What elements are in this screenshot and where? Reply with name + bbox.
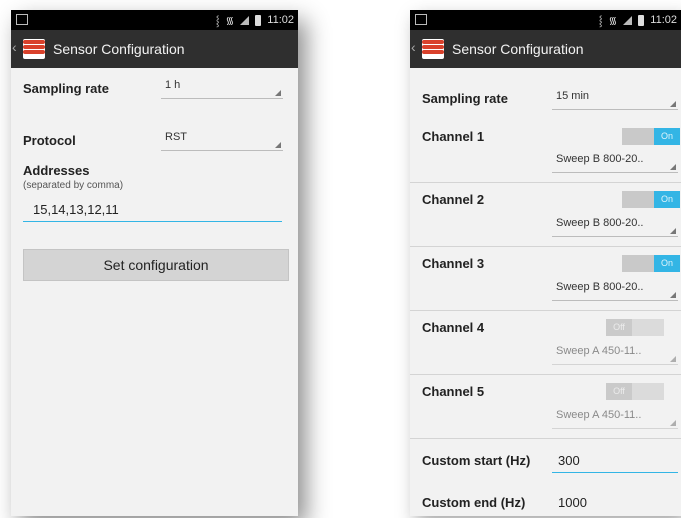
addresses-label: Addresses [23,163,90,178]
sweep-value: Sweep A 450-11.. [556,409,642,421]
sweep-value: Sweep A 450-11.. [556,345,642,357]
divider [410,438,681,439]
dropdown-triangle-icon [670,164,676,170]
dropdown-triangle-icon [275,142,281,148]
toggle-state: On [654,255,680,272]
vibrate-icon: ⸾ [215,16,220,27]
channel-5-sweep-spinner[interactable]: Sweep A 450-11.. [552,406,678,429]
action-bar[interactable]: ‹ Sensor Configuration [11,30,298,68]
battery-icon [638,14,645,26]
channel-1-sweep-spinner[interactable]: Sweep B 800-20.. [552,150,678,173]
sampling-rate-spinner[interactable]: 15 min [552,87,678,110]
phone-screen-left: ⸾ ᯾ 11:02 ‹ Sensor Configuration Samplin… [11,10,298,516]
sampling-rate-label: Sampling rate [23,81,109,96]
toggle-state: Off [606,383,632,400]
channel-3-sweep-spinner[interactable]: Sweep B 800-20.. [552,278,678,301]
toggle-state: On [654,128,680,145]
addresses-hint: (separated by comma) [23,180,124,191]
sampling-rate-value: 15 min [556,90,590,102]
config-form: Sampling rate 15 min Channel 1 On Sweep … [410,68,681,516]
app-logo-icon [422,39,444,59]
toggle-state: Off [606,319,632,336]
battery-icon [255,14,262,26]
page-title: Sensor Configuration [452,41,584,57]
sweep-value: Sweep B 800-20.. [556,153,644,165]
divider [410,246,681,247]
set-configuration-button[interactable]: Set configuration [23,249,289,281]
dropdown-triangle-icon [275,90,281,96]
channel-2-label: Channel 2 [422,192,485,207]
dropdown-triangle-icon [670,356,676,362]
dropdown-triangle-icon [670,101,676,107]
status-time: 11:02 [267,14,294,26]
channel-4-sweep-spinner[interactable]: Sweep A 450-11.. [552,342,678,365]
vibrate-icon: ⸾ [598,16,603,27]
custom-end-input[interactable]: 1000 [558,495,587,510]
divider [410,374,681,375]
dropdown-triangle-icon [670,228,676,234]
channel-4-label: Channel 4 [422,320,485,335]
signal-icon [623,15,633,25]
app-logo-icon [23,39,45,59]
protocol-spinner[interactable]: RST [161,128,283,151]
custom-start-input[interactable] [552,450,681,468]
channel-1-label: Channel 1 [422,129,485,144]
custom-start-label: Custom start (Hz) [422,453,531,468]
channel-5-toggle[interactable]: Off [606,383,664,400]
phone-screen-right: ⸾ ᯾ 11:02 ‹ Sensor Configuration Samplin… [410,10,681,516]
dropdown-triangle-icon [670,420,676,426]
channel-3-label: Channel 3 [422,256,485,271]
wifi-icon: ᯾ [225,16,235,27]
addresses-input[interactable] [23,202,292,217]
status-bar: ⸾ ᯾ 11:02 [410,10,681,30]
channel-4-toggle[interactable]: Off [606,319,664,336]
sampling-rate-label: Sampling rate [422,91,508,106]
wifi-icon: ᯾ [608,16,618,27]
signal-icon [240,15,250,25]
notification-icon [16,14,28,25]
sampling-rate-value: 1 h [165,79,181,91]
action-bar[interactable]: ‹ Sensor Configuration [410,30,681,68]
divider [410,310,681,311]
back-chevron-icon[interactable]: ‹ [411,39,416,55]
config-form: Sampling rate 1 h Protocol RST Addresses… [11,68,298,516]
status-bar: ⸾ ᯾ 11:02 [11,10,298,30]
sweep-value: Sweep B 800-20.. [556,217,644,229]
back-chevron-icon[interactable]: ‹ [12,39,17,55]
toggle-state: On [654,191,680,208]
custom-end-label: Custom end (Hz) [422,495,526,510]
status-time: 11:02 [650,14,677,26]
notification-icon [415,14,427,25]
channel-1-toggle[interactable]: On [622,128,680,145]
divider [410,182,681,183]
channel-2-sweep-spinner[interactable]: Sweep B 800-20.. [552,214,678,237]
protocol-label: Protocol [23,133,76,148]
dropdown-triangle-icon [670,292,676,298]
channel-2-toggle[interactable]: On [622,191,680,208]
page-title: Sensor Configuration [53,41,185,57]
addresses-field[interactable] [23,201,292,222]
custom-start-field[interactable] [552,450,681,473]
sampling-rate-spinner[interactable]: 1 h [161,76,283,99]
channel-5-label: Channel 5 [422,384,485,399]
protocol-value: RST [165,131,187,143]
channel-3-toggle[interactable]: On [622,255,680,272]
sweep-value: Sweep B 800-20.. [556,281,644,293]
